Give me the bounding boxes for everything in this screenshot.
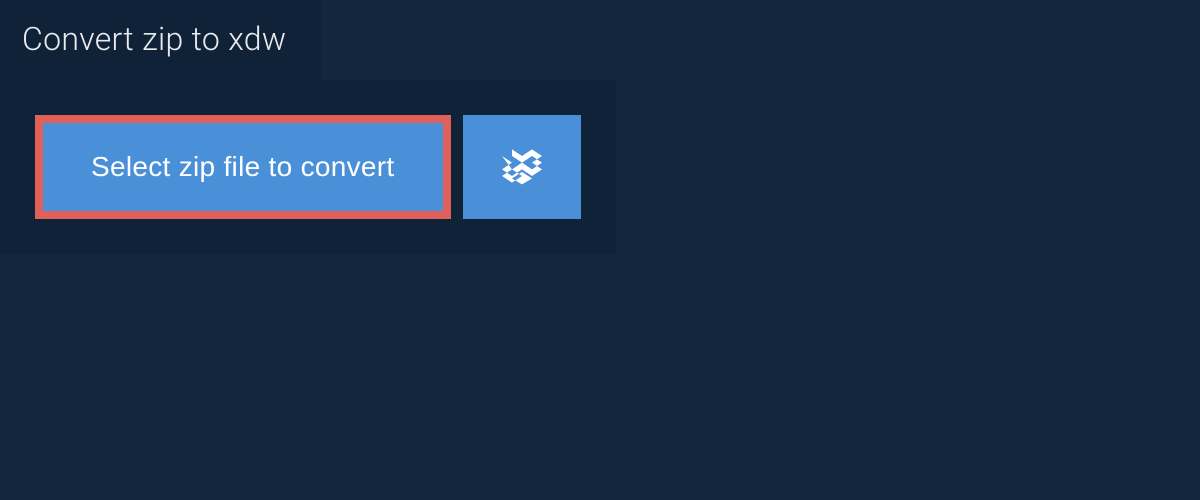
page-title: Convert zip to xdw (0, 0, 321, 80)
select-file-label: Select zip file to convert (91, 151, 395, 183)
dropbox-button[interactable] (463, 115, 581, 219)
dropbox-icon (502, 146, 542, 189)
select-file-button[interactable]: Select zip file to convert (35, 115, 451, 219)
upload-panel: Select zip file to convert (0, 80, 616, 254)
page-title-text: Convert zip to xdw (22, 20, 286, 58)
